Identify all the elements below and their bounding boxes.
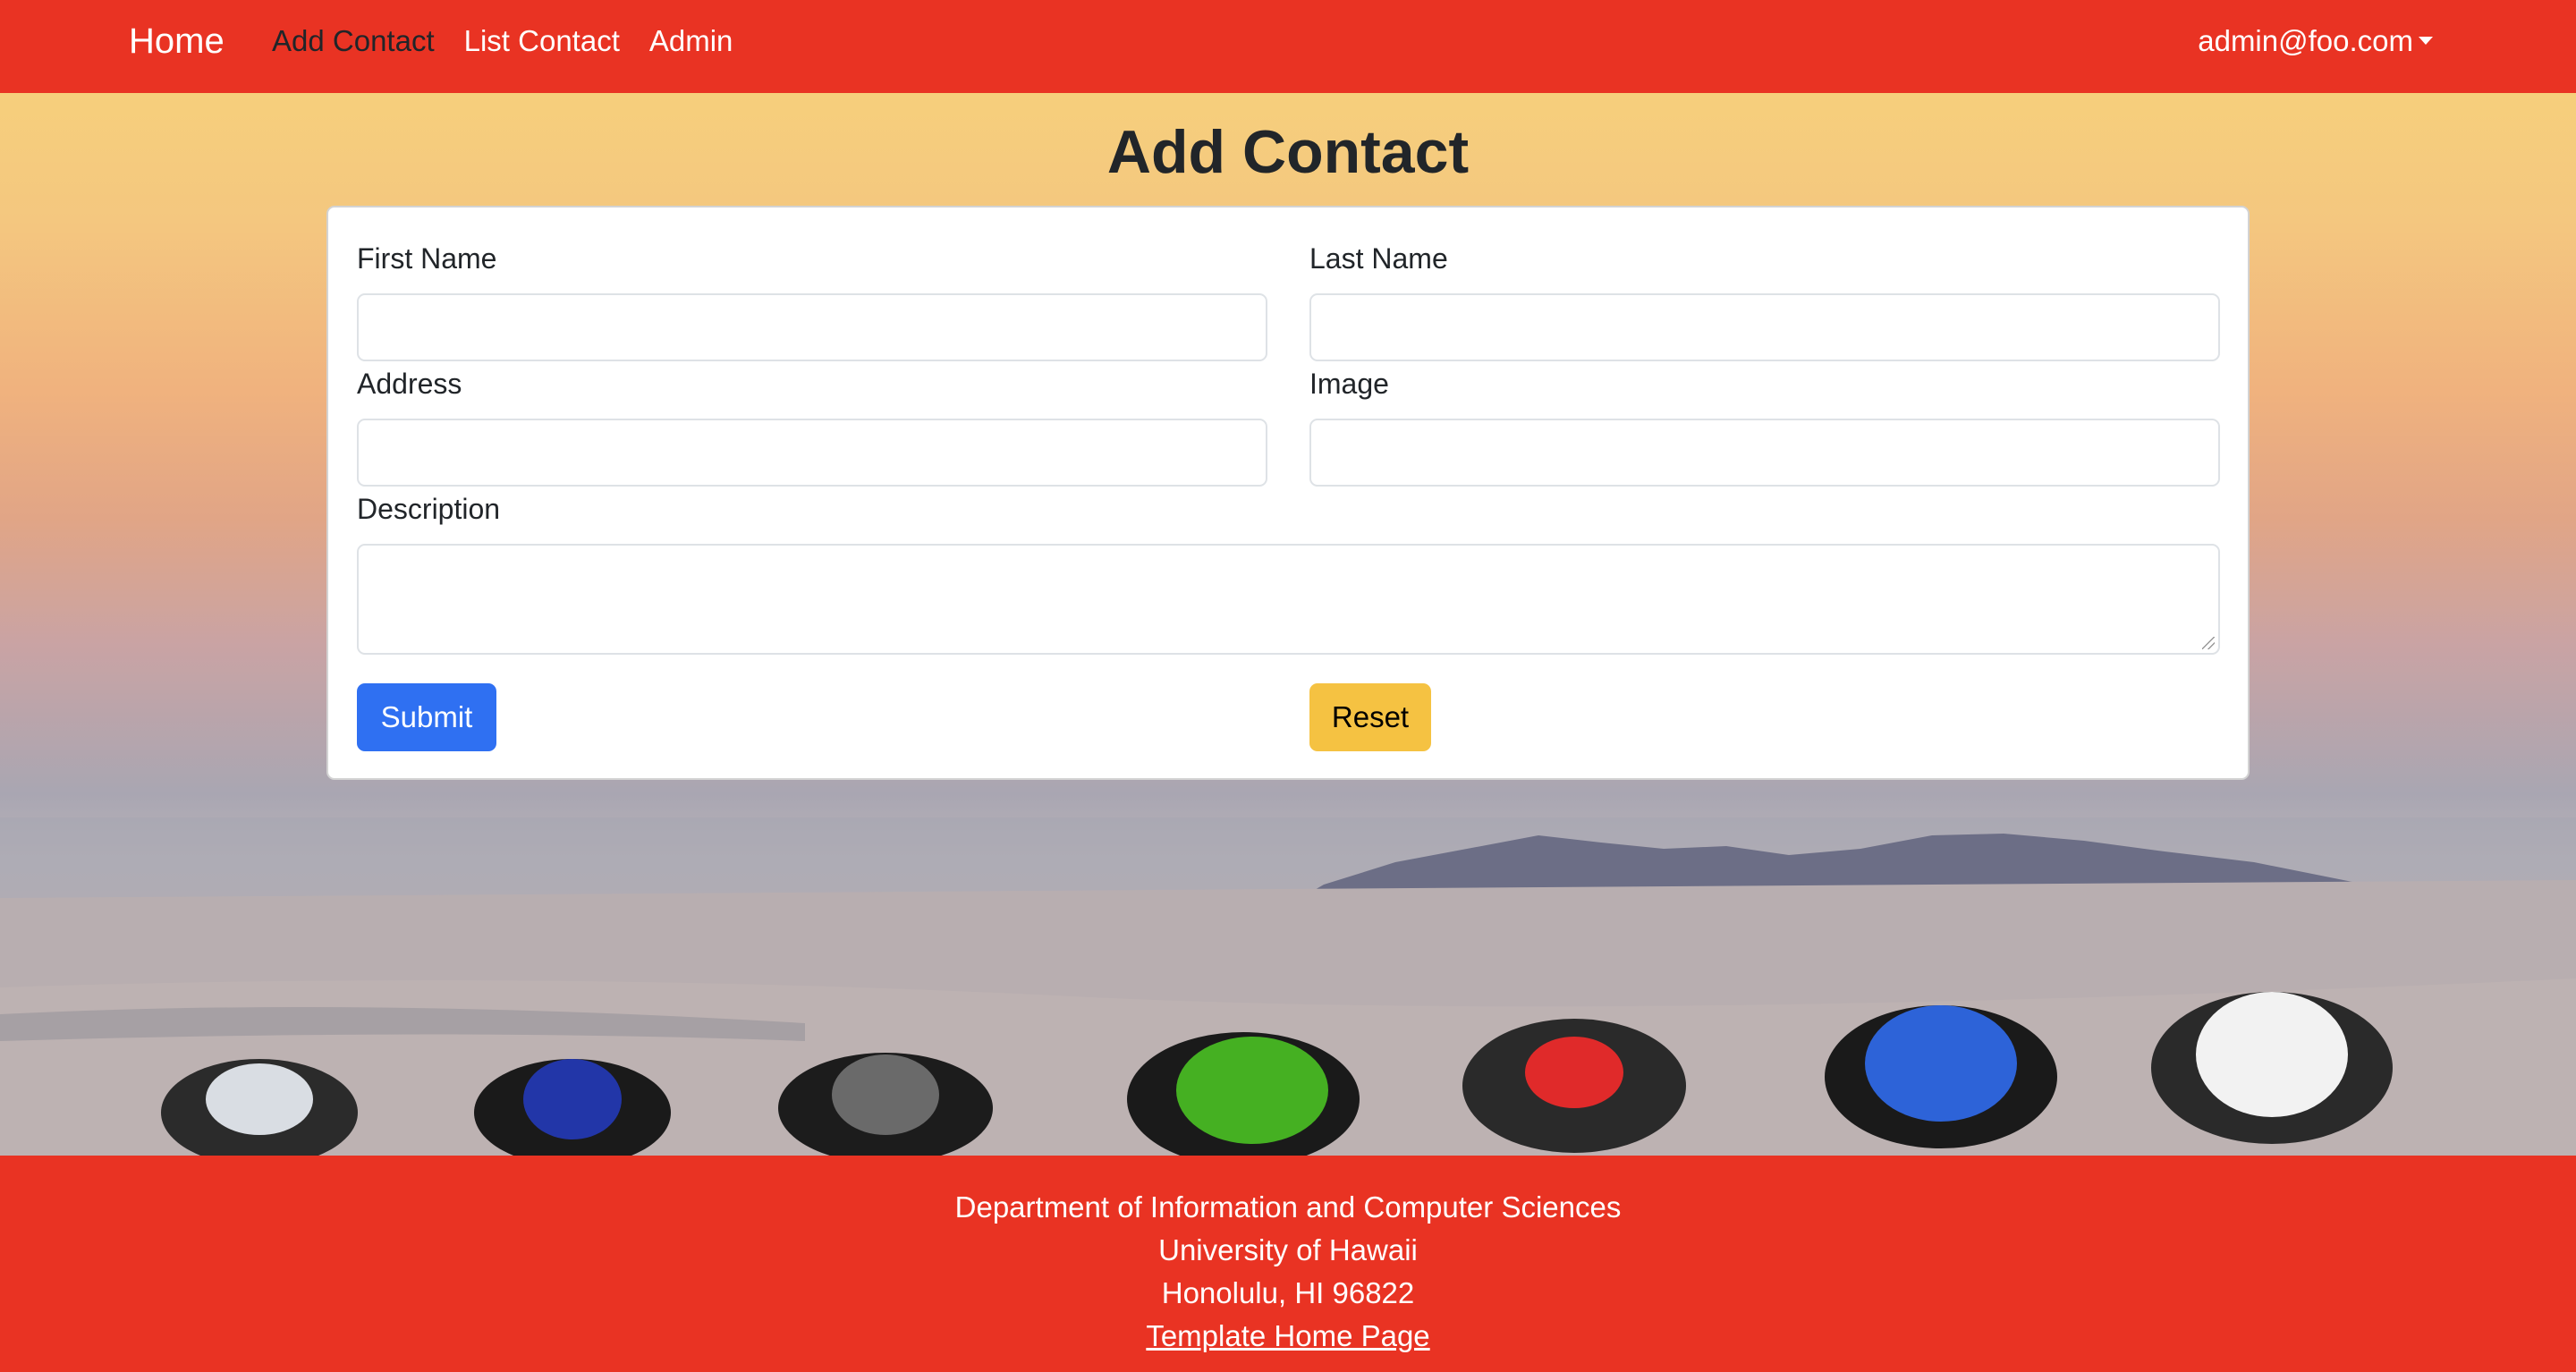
nav-add-contact[interactable]: Add Contact — [272, 23, 435, 59]
last-name-input[interactable] — [1309, 293, 2220, 361]
template-home-link[interactable]: Template Home Page — [1146, 1319, 1429, 1352]
address-input[interactable] — [357, 419, 1267, 487]
footer-department: Department of Information and Computer S… — [954, 1190, 1622, 1224]
image-input[interactable] — [1309, 419, 2220, 487]
user-dropdown[interactable]: admin@foo.com — [2198, 23, 2433, 59]
footer: Department of Information and Computer S… — [0, 1156, 2576, 1372]
last-name-label: Last Name — [1309, 242, 1448, 275]
nav-list-contact[interactable]: List Contact — [464, 23, 620, 59]
footer-university: University of Hawaii — [1158, 1233, 1418, 1266]
footer-address: Honolulu, HI 96822 — [1161, 1276, 1415, 1309]
reset-button[interactable]: Reset — [1309, 683, 1431, 751]
caret-down-icon — [2419, 37, 2433, 46]
first-name-input[interactable] — [357, 293, 1267, 361]
nav-links: Add Contact List Contact Admin — [272, 23, 762, 59]
image-label: Image — [1309, 368, 1389, 400]
add-contact-form: First Name Last Name Address Image Descr… — [326, 206, 2250, 780]
address-label: Address — [357, 368, 462, 400]
description-textarea[interactable] — [357, 544, 2220, 655]
resize-handle-icon[interactable] — [2202, 637, 2215, 649]
top-navbar: Home Add Contact List Contact Admin admi… — [0, 0, 2576, 93]
home-link[interactable]: Home — [129, 20, 225, 63]
first-name-label: First Name — [357, 242, 497, 275]
user-email: admin@foo.com — [2198, 24, 2413, 57]
description-label: Description — [357, 493, 501, 525]
submit-button[interactable]: Submit — [357, 683, 496, 751]
nav-admin[interactable]: Admin — [649, 23, 733, 59]
page-title: Add Contact — [1106, 118, 1470, 186]
